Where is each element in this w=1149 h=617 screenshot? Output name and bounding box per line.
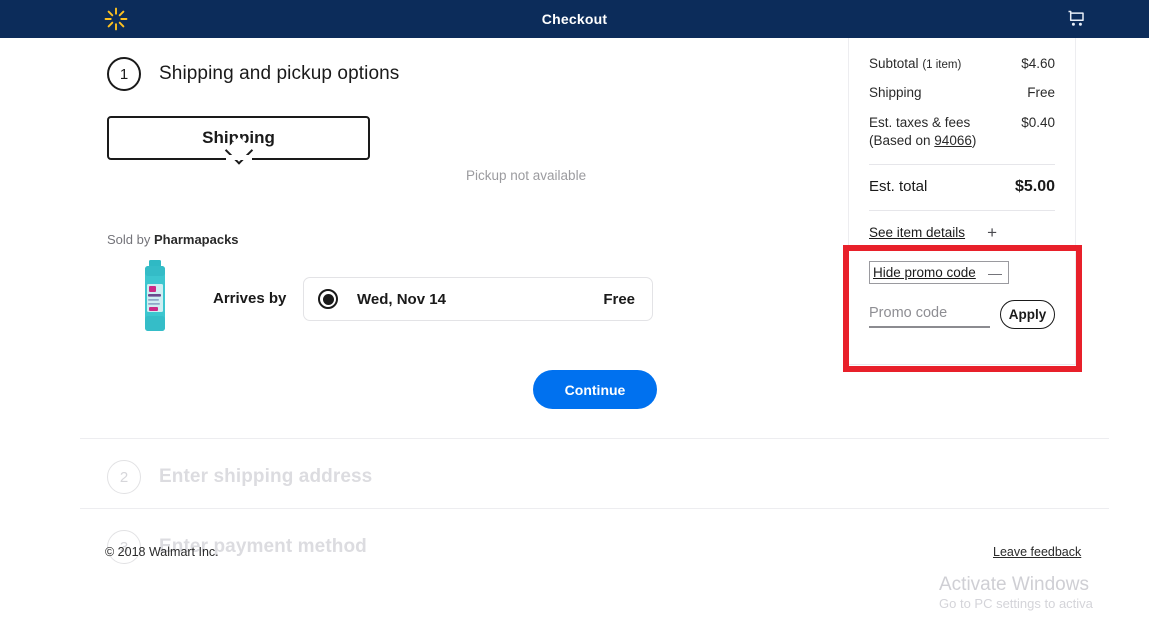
shipping-value: Free: [1027, 85, 1055, 100]
shipping-option-row[interactable]: Wed, Nov 14 Free: [303, 277, 653, 321]
taxes-zip-link[interactable]: 94066: [934, 133, 972, 148]
taxes-value: $0.40: [1021, 115, 1055, 130]
step-2-number: 2: [107, 460, 141, 494]
top-header-bar: Checkout: [0, 0, 1149, 38]
page-title: Checkout: [541, 11, 608, 27]
promo-entry-row: Apply: [869, 300, 1055, 329]
taxes-label-group: Est. taxes & fees (Based on 94066): [869, 114, 976, 150]
plus-icon[interactable]: +: [987, 224, 997, 241]
windows-activation-watermark: Activate Windows Go to PC settings to ac…: [939, 574, 1139, 613]
subtotal-value: $4.60: [1021, 56, 1055, 71]
minus-icon[interactable]: —: [988, 266, 1002, 280]
continue-button[interactable]: Continue: [533, 370, 657, 409]
shipping-label: Shipping: [869, 85, 922, 100]
total-label: Est. total: [869, 177, 928, 195]
shipping-delivery-date: Wed, Nov 14: [357, 290, 446, 308]
summary-row-total: Est. total $5.00: [869, 178, 1055, 196]
summary-divider-bottom: [869, 209, 1055, 211]
subtotal-label-group: Subtotal (1 item): [869, 56, 961, 71]
step-1-number: 1: [107, 57, 141, 91]
tab-shipping[interactable]: Shipping: [107, 116, 370, 165]
promo-code-input[interactable]: [869, 301, 990, 328]
hide-promo-toggle[interactable]: Hide promo code —: [869, 261, 1009, 284]
see-item-details-link[interactable]: See item details: [869, 225, 965, 240]
step-1-title: Shipping and pickup options: [159, 63, 400, 84]
step-1-header: 1 Shipping and pickup options: [107, 57, 399, 91]
shopping-cart-icon[interactable]: [1065, 9, 1087, 31]
taxes-label: Est. taxes & fees: [869, 115, 971, 130]
subtotal-quantity: (1 item): [922, 59, 962, 71]
shipping-delivery-price: Free: [603, 290, 635, 308]
summary-divider-top: [869, 163, 1055, 165]
tab-pointer-mask: [225, 155, 252, 160]
apply-promo-button[interactable]: Apply: [1000, 300, 1055, 329]
promo-code-section: Hide promo code — Apply: [848, 250, 1076, 365]
section-divider-2: [80, 508, 1109, 509]
checkout-main-column: 1 Shipping and pickup options Shipping P…: [0, 38, 1109, 617]
pickup-not-available-label: Pickup not available: [466, 168, 587, 183]
step-2-header[interactable]: 2 Enter shipping address: [107, 460, 372, 494]
summary-row-shipping: Shipping Free: [869, 85, 1055, 100]
watermark-subtitle: Go to PC settings to activa: [939, 595, 1093, 611]
summary-row-taxes: Est. taxes & fees (Based on 94066) $0.40: [869, 114, 1055, 150]
sold-by-line: Sold by Pharmapacks: [107, 232, 239, 247]
total-value: $5.00: [1014, 177, 1055, 195]
watermark-title: Activate Windows: [939, 574, 1089, 595]
seller-name: Pharmapacks: [153, 232, 239, 247]
shipping-option-radio[interactable]: [318, 289, 338, 309]
taxes-based-suffix: ): [971, 132, 977, 148]
sold-by-prefix: Sold by: [107, 232, 154, 247]
radio-dot: [322, 293, 334, 305]
copyright-text: © 2018 Walmart Inc.: [105, 545, 219, 559]
step-2-title: Enter shipping address: [159, 466, 373, 487]
taxes-based-prefix: (Based on: [869, 132, 935, 148]
section-divider-1: [80, 438, 1109, 439]
arrives-by-label: Arrives by: [213, 290, 287, 307]
hide-promo-label[interactable]: Hide promo code: [873, 265, 976, 280]
checkout-page: Checkout 1 Shipping and pickup options S…: [0, 0, 1149, 617]
summary-row-subtotal: Subtotal (1 item) $4.60: [869, 56, 1055, 71]
fulfillment-tabs: Shipping: [107, 116, 370, 165]
subtotal-label: Subtotal: [869, 56, 919, 71]
product-thumbnail[interactable]: [140, 260, 170, 332]
leave-feedback-link[interactable]: Leave feedback: [993, 545, 1081, 559]
see-item-details-row[interactable]: See item details +: [869, 224, 1055, 241]
